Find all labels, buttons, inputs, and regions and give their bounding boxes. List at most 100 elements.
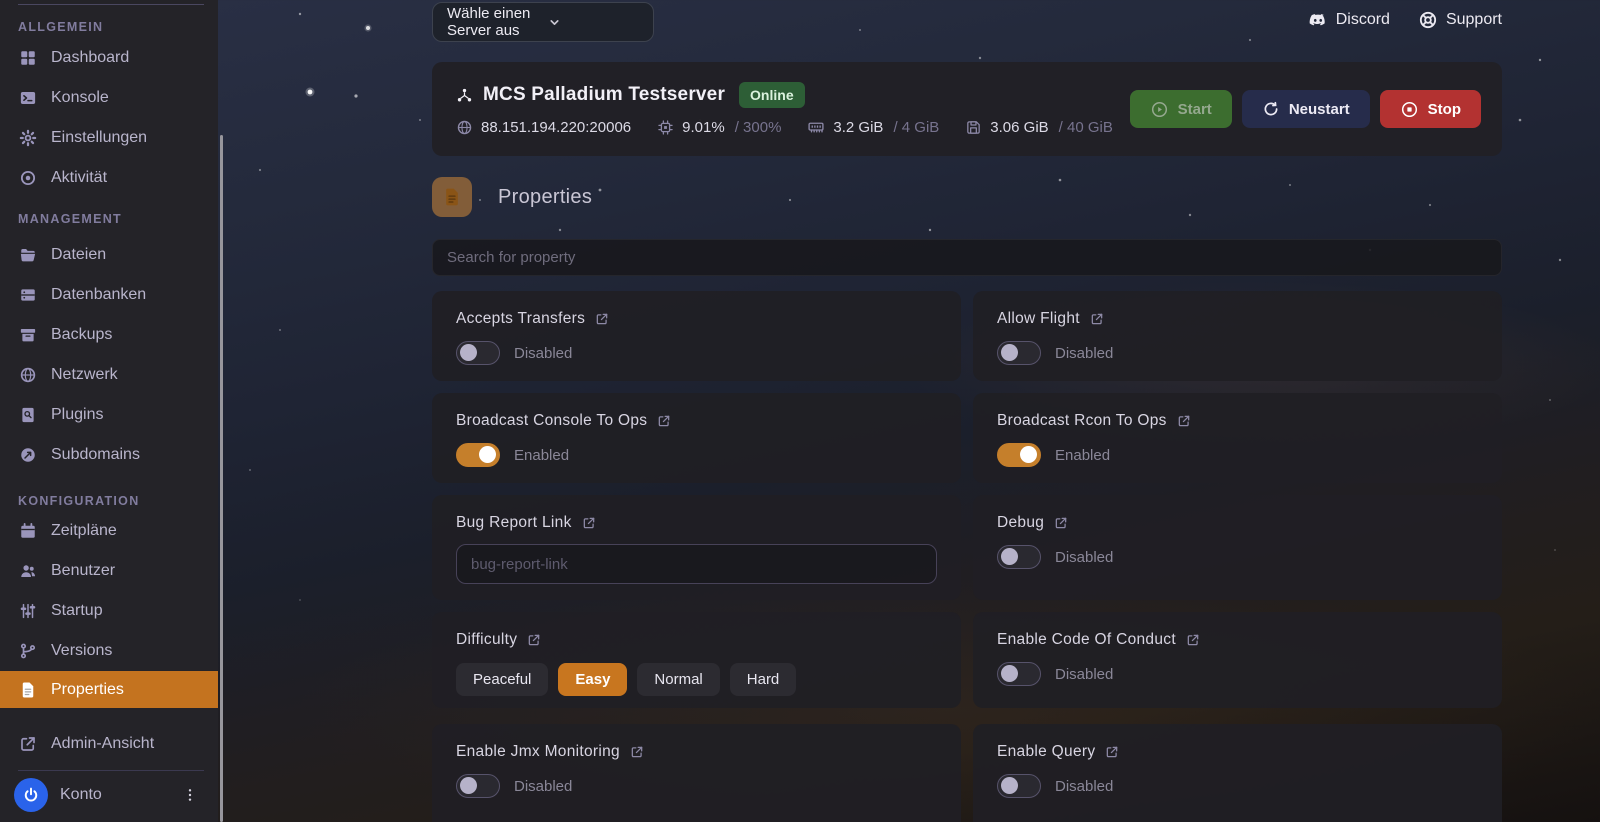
account-row[interactable]: Konto — [0, 775, 218, 815]
toggle-switch[interactable] — [456, 774, 500, 798]
property-title: Allow Flight — [997, 310, 1080, 327]
sidebar-item-label: Properties — [51, 680, 124, 698]
sidebar-divider — [18, 770, 204, 771]
start-button[interactable]: Start — [1129, 90, 1232, 128]
search-input[interactable] — [432, 239, 1502, 276]
sidebar-item-dateien[interactable]: Dateien — [0, 235, 218, 275]
difficulty-option-peaceful[interactable]: Peaceful — [456, 663, 549, 696]
stat-cpu: 9.01% / 300% — [657, 119, 781, 136]
stat-disk-value: 3.06 GiB — [990, 118, 1049, 136]
sidebar: ALLGEMEIN Dashboard Konsole Einstellunge… — [0, 0, 218, 822]
property-card-bug-report-link: Bug Report Link — [432, 495, 961, 600]
stop-button[interactable]: Stop — [1379, 90, 1481, 128]
external-link-icon[interactable] — [582, 516, 596, 530]
sidebar-item-dashboard[interactable]: Dashboard — [0, 38, 218, 78]
discord-label: Discord — [1335, 11, 1390, 28]
external-link-icon[interactable] — [657, 414, 671, 428]
external-link-icon[interactable] — [1090, 312, 1104, 326]
sidebar-item-label: Dateien — [51, 246, 107, 263]
sliders-icon — [18, 601, 38, 621]
server-nodes-icon — [456, 87, 473, 104]
property-title: Bug Report Link — [456, 514, 572, 531]
toggle-switch[interactable] — [997, 545, 1041, 569]
support-label: Support — [1445, 11, 1502, 28]
sidebar-item-label: Plugins — [51, 406, 104, 423]
sidebar-section-management: MANAGEMENT — [18, 212, 122, 226]
status-badge: Online — [739, 82, 805, 108]
gear-icon — [18, 128, 38, 148]
external-link-icon[interactable] — [630, 745, 644, 759]
support-link[interactable]: Support — [1418, 10, 1502, 30]
external-link-icon[interactable] — [1177, 414, 1191, 428]
external-link-icon[interactable] — [1054, 516, 1068, 530]
property-card-accepts-transfers: Accepts Transfers Disabled — [432, 291, 961, 381]
sidebar-item-versions[interactable]: Versions — [0, 631, 218, 671]
toggle-state-label: Disabled — [514, 344, 573, 362]
property-title: Broadcast Console To Ops — [456, 412, 648, 429]
toggle-switch[interactable] — [997, 443, 1041, 467]
archive-icon — [18, 325, 38, 345]
properties-file-icon — [432, 177, 472, 217]
toggle-switch[interactable] — [456, 341, 500, 365]
external-link-icon[interactable] — [595, 312, 609, 326]
sidebar-item-netzwerk[interactable]: Netzwerk — [0, 355, 218, 395]
sidebar-item-label: Datenbanken — [51, 286, 147, 303]
sidebar-item-label: Einstellungen — [51, 129, 148, 146]
globe-icon — [456, 119, 473, 136]
server-select-label: Wähle einen Server aus — [447, 5, 531, 39]
sidebar-item-label: Versions — [51, 642, 113, 659]
external-link-icon[interactable] — [1105, 745, 1119, 759]
stat-ip-value: 88.151.194.220:20006 — [481, 118, 632, 136]
stat-disk-max: / 40 GiB — [1058, 118, 1113, 136]
sidebar-item-subdomains[interactable]: Subdomains — [0, 435, 218, 475]
sidebar-item-zeitplaene[interactable]: Zeitpläne — [0, 511, 218, 551]
server-select-dropdown[interactable]: Wähle einen Server aus — [432, 2, 654, 42]
discord-link[interactable]: Discord — [1308, 10, 1390, 30]
sidebar-item-backups[interactable]: Backups — [0, 315, 218, 355]
bug-report-link-input[interactable] — [456, 544, 937, 584]
difficulty-option-normal[interactable]: Normal — [637, 663, 720, 696]
sidebar-item-konsole[interactable]: Konsole — [0, 78, 218, 118]
memory-icon — [807, 118, 825, 136]
toggle-switch[interactable] — [997, 341, 1041, 365]
difficulty-option-hard[interactable]: Hard — [729, 663, 797, 696]
property-card-broadcast-console: Broadcast Console To Ops Enabled — [432, 393, 961, 483]
property-card-enable-query: Enable Query Disabled — [973, 724, 1502, 822]
page-title: Properties — [498, 185, 593, 208]
sidebar-item-properties[interactable]: Properties — [0, 671, 218, 708]
stat-ip: 88.151.194.220:20006 — [456, 119, 631, 136]
sidebar-scrollbar[interactable] — [220, 135, 223, 822]
toggle-switch[interactable] — [997, 662, 1041, 686]
kebab-menu-icon[interactable] — [182, 787, 198, 803]
external-link-icon[interactable] — [1186, 633, 1200, 647]
folder-icon — [18, 245, 38, 265]
sidebar-item-benutzer[interactable]: Benutzer — [0, 551, 218, 591]
dashboard-grid-icon — [18, 48, 38, 68]
terminal-icon — [18, 88, 38, 108]
globe-arrow-icon — [18, 445, 38, 465]
sidebar-item-label: Konsole — [51, 89, 109, 106]
toggle-state-label: Enabled — [1055, 446, 1111, 464]
external-link-icon[interactable] — [527, 633, 541, 647]
sidebar-item-plugins[interactable]: Plugins — [0, 395, 218, 435]
server-card: MCS Palladium Testserver Online 88.151.1… — [432, 62, 1502, 156]
sidebar-item-admin-ansicht[interactable]: Admin-Ansicht — [0, 724, 218, 764]
difficulty-option-easy[interactable]: Easy — [558, 663, 628, 696]
avatar[interactable] — [14, 778, 48, 812]
property-title: Difficulty — [456, 631, 518, 648]
cpu-icon — [657, 119, 674, 136]
toggle-switch[interactable] — [997, 774, 1041, 798]
account-label: Konto — [60, 786, 102, 803]
main-content: Wähle einen Server aus Discord Support M… — [432, 0, 1502, 822]
server-stats: 88.151.194.220:20006 9.01% / 300% 3.2 Gi… — [456, 118, 1113, 136]
sidebar-item-datenbanken[interactable]: Datenbanken — [0, 275, 218, 315]
stat-ram-max: / 4 GiB — [893, 118, 940, 136]
difficulty-options: Peaceful Easy Normal Hard — [456, 663, 937, 696]
disk-icon — [965, 119, 982, 136]
sidebar-item-einstellungen[interactable]: Einstellungen — [0, 118, 218, 158]
restart-button[interactable]: Neustart — [1241, 90, 1370, 128]
sidebar-item-aktivitaet[interactable]: Aktivität — [0, 158, 218, 198]
restart-label: Neustart — [1288, 100, 1350, 118]
toggle-switch[interactable] — [456, 443, 500, 467]
sidebar-item-startup[interactable]: Startup — [0, 591, 218, 631]
